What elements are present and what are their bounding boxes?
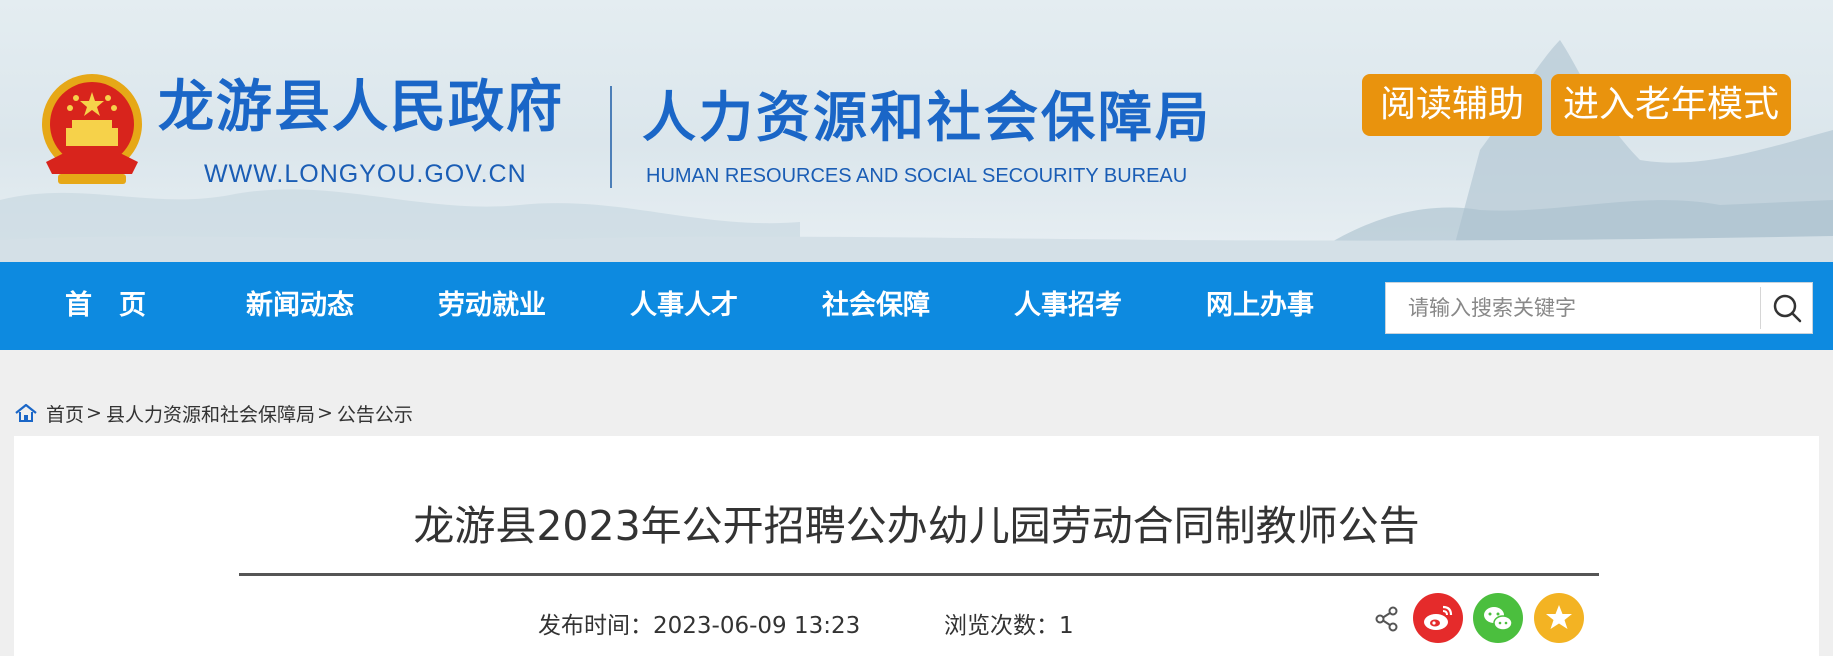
nav-item-personnel[interactable]: 人事人才 xyxy=(630,262,738,350)
national-emblem-icon xyxy=(42,74,142,184)
view-count: 浏览次数：1 xyxy=(944,613,1074,639)
breadcrumb: 首页 > 县人力资源和社会保障局 > 公告公示 xyxy=(14,400,413,426)
government-url: WWW.LONGYOU.GOV.CN xyxy=(204,160,527,188)
breadcrumb-home[interactable]: 首页 xyxy=(46,400,84,427)
title-divider xyxy=(239,573,1599,576)
breadcrumb-separator: > xyxy=(86,402,102,424)
weibo-icon xyxy=(1424,605,1453,630)
nav-item-recruitment-exams[interactable]: 人事招考 xyxy=(1014,262,1122,350)
search-input[interactable] xyxy=(1386,283,1760,333)
reading-aid-button[interactable]: 阅读辅助 xyxy=(1362,74,1542,136)
breadcrumb-separator: > xyxy=(316,402,333,424)
government-name: 龙游县人民政府 xyxy=(158,75,564,140)
nav-item-social-security[interactable]: 社会保障 xyxy=(822,262,930,350)
bureau-english-name: HUMAN RESOURCES AND SOCIAL SECOURITY BUR… xyxy=(646,165,1188,187)
main-navigation: 首 页 新闻动态 劳动就业 人事人才 社会保障 人事招考 网上办事 xyxy=(0,262,1833,350)
search-box xyxy=(1385,282,1813,334)
breadcrumb-announcements[interactable]: 公告公示 xyxy=(337,400,413,427)
favorite-icon xyxy=(1546,605,1572,629)
nav-item-news[interactable]: 新闻动态 xyxy=(246,262,354,350)
article-card: 龙游县2023年公开招聘公办幼儿园劳动合同制教师公告 发布时间：2023-06-… xyxy=(14,436,1819,656)
elder-mode-button[interactable]: 进入老年模式 xyxy=(1551,74,1791,136)
site-header: 龙游县人民政府 WWW.LONGYOU.GOV.CN 人力资源和社会保障局 HU… xyxy=(0,0,1833,262)
breadcrumb-bureau[interactable]: 县人力资源和社会保障局 xyxy=(106,400,315,427)
favorite-button[interactable] xyxy=(1534,593,1584,643)
search-button[interactable] xyxy=(1762,283,1812,333)
wechat-icon xyxy=(1484,607,1513,631)
wechat-share-button[interactable] xyxy=(1473,593,1523,643)
nav-item-employment[interactable]: 劳动就业 xyxy=(438,262,546,350)
header-divider xyxy=(610,86,612,188)
nav-item-online-services[interactable]: 网上办事 xyxy=(1206,262,1314,350)
bureau-name: 人力资源和社会保障局 xyxy=(642,86,1212,149)
article-title: 龙游县2023年公开招聘公办幼儿园劳动合同制教师公告 xyxy=(413,502,1420,550)
home-icon xyxy=(15,403,37,422)
search-icon xyxy=(1773,294,1802,323)
search-divider xyxy=(1760,287,1761,329)
nav-item-home[interactable]: 首 页 xyxy=(65,262,146,350)
weibo-share-button[interactable] xyxy=(1413,593,1463,643)
share-icon[interactable] xyxy=(1373,605,1401,633)
publish-time: 发布时间：2023-06-09 13:23 xyxy=(538,613,861,639)
